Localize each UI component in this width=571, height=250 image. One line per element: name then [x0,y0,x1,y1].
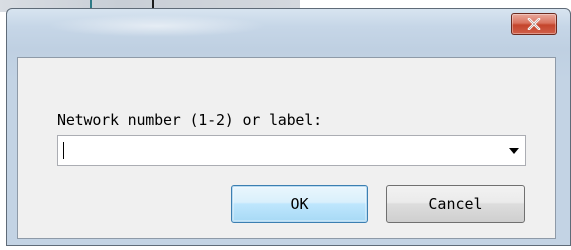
chevron-down-icon[interactable] [509,148,519,154]
dialog-window: Network number (1-2) or label: OK Cancel [6,8,571,246]
text-caret [63,142,64,159]
cancel-button[interactable]: Cancel [386,185,525,223]
dialog-body: Network number (1-2) or label: OK Cancel [17,57,556,239]
network-combobox[interactable] [57,135,526,166]
close-button[interactable] [511,13,557,35]
close-icon [527,18,541,30]
ok-button[interactable]: OK [231,185,368,223]
network-input[interactable] [58,136,498,165]
network-prompt-label: Network number (1-2) or label: [57,111,322,129]
title-bar[interactable] [7,9,570,59]
title-bar-glow [47,15,267,37]
screen: Network number (1-2) or label: OK Cancel [0,0,571,250]
